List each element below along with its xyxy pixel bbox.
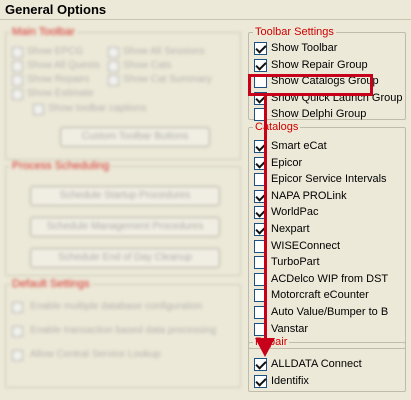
blur-label-7: Show Cats bbox=[123, 60, 172, 71]
blur-checkbox-6[interactable] bbox=[108, 47, 119, 58]
catalogs-legend: Catalogs bbox=[255, 121, 299, 133]
repair-checkbox[interactable] bbox=[254, 374, 267, 388]
schedule-button-3[interactable]: Schedule End of Day Cleanup bbox=[30, 248, 220, 268]
blur-checkbox-1[interactable] bbox=[12, 47, 23, 58]
blur-checkbox-5[interactable] bbox=[33, 104, 44, 115]
blur-setting-3: Allow Central Service Lookup bbox=[30, 349, 161, 360]
blur-label-1: Show EPCG bbox=[27, 46, 84, 57]
catalog-row[interactable]: Auto Value/Bumper to B bbox=[254, 305, 388, 320]
toolbar-setting-checkbox[interactable] bbox=[254, 58, 267, 72]
blur-label-8: Show Cat Summary bbox=[123, 74, 212, 85]
annotation-arrow-line bbox=[264, 96, 267, 339]
blur-checkbox-2[interactable] bbox=[12, 61, 23, 72]
blur-checkbox-3[interactable] bbox=[12, 75, 23, 86]
catalog-label: NAPA PROLink bbox=[271, 189, 347, 202]
catalog-label: TurboPart bbox=[271, 256, 320, 269]
catalog-row[interactable]: ACDelco WIP from DST bbox=[254, 272, 388, 287]
repair-label: Identifix bbox=[271, 374, 309, 387]
process-scheduling-legend: Process Scheduling bbox=[12, 160, 110, 172]
highlight-box bbox=[248, 74, 373, 96]
toolbar-setting-row[interactable]: Show Toolbar bbox=[254, 41, 337, 56]
toolbar-setting-row[interactable]: Show Repair Group bbox=[254, 58, 368, 73]
blur-checkbox-7[interactable] bbox=[108, 61, 119, 72]
custom-toolbar-button[interactable]: Custom Toolbar Buttons bbox=[60, 127, 210, 147]
catalog-label: Auto Value/Bumper to B bbox=[271, 306, 389, 318]
catalog-row[interactable]: Epicor bbox=[254, 156, 302, 171]
toolbar-setting-label: Show Repair Group bbox=[271, 58, 368, 71]
annotation-arrow-head bbox=[255, 338, 275, 357]
catalog-label: ACDelco WIP from DST bbox=[271, 272, 389, 285]
blur-label-3: Show Repairs bbox=[27, 74, 90, 85]
blur-label-4: Show Estimate bbox=[27, 88, 94, 99]
catalog-row[interactable]: Vanstar bbox=[254, 322, 308, 337]
repair-row[interactable]: Identifix bbox=[254, 374, 309, 389]
blur-setting-2: Enable transaction based data processing bbox=[30, 325, 217, 336]
catalog-label: Vanstar bbox=[271, 322, 309, 335]
repair-row[interactable]: ALLDATA Connect bbox=[254, 357, 362, 372]
blur-setting-cb-1[interactable] bbox=[12, 302, 23, 313]
catalog-row[interactable]: Nexpart bbox=[254, 222, 310, 237]
blur-label-6: Show All Sessions bbox=[123, 46, 205, 57]
schedule-button-2[interactable]: Schedule Management Procedures bbox=[30, 217, 220, 237]
catalog-label: Epicor Service Intervals bbox=[271, 173, 387, 186]
blur-label-2: Show All Quests bbox=[27, 60, 100, 71]
default-settings-legend: Default Settings bbox=[12, 278, 90, 290]
main-toolbar-legend: Main Toolbar bbox=[12, 26, 75, 38]
repair-checkbox[interactable] bbox=[254, 358, 267, 371]
repair-label: ALLDATA Connect bbox=[271, 358, 362, 370]
schedule-button-1[interactable]: Schedule Startup Procedures bbox=[30, 186, 220, 206]
catalog-label: Epicor bbox=[271, 156, 303, 169]
catalog-label: Nexpart bbox=[271, 223, 310, 235]
catalog-row[interactable]: Motorcraft eCounter bbox=[254, 288, 369, 303]
blur-label-5: Show toolbar captions bbox=[48, 103, 147, 114]
toolbar-settings-legend: Toolbar Settings bbox=[255, 26, 334, 38]
toolbar-setting-label: Show Toolbar bbox=[271, 42, 338, 54]
catalog-label: WorldPac bbox=[271, 206, 319, 219]
blur-checkbox-4[interactable] bbox=[12, 89, 23, 100]
toolbar-setting-label: Show Delphi Group bbox=[271, 108, 367, 121]
catalog-label: Smart eCat bbox=[271, 140, 327, 152]
blur-setting-1: Enable multiple database configuration bbox=[30, 301, 203, 312]
blur-setting-cb-3[interactable] bbox=[12, 350, 23, 361]
catalog-label: WISEConnect bbox=[271, 239, 341, 252]
toolbar-setting-checkbox[interactable] bbox=[254, 42, 267, 55]
catalog-row[interactable]: NAPA PROLink bbox=[254, 189, 347, 204]
catalog-row[interactable]: Epicor Service Intervals bbox=[254, 172, 387, 187]
window-title: General Options bbox=[0, 0, 411, 20]
catalog-label: Motorcraft eCounter bbox=[271, 289, 369, 302]
blur-setting-cb-2[interactable] bbox=[12, 326, 23, 337]
options-body: Main Toolbar Show EPCG Show All Quests S… bbox=[0, 20, 411, 400]
blur-checkbox-8[interactable] bbox=[108, 75, 119, 86]
